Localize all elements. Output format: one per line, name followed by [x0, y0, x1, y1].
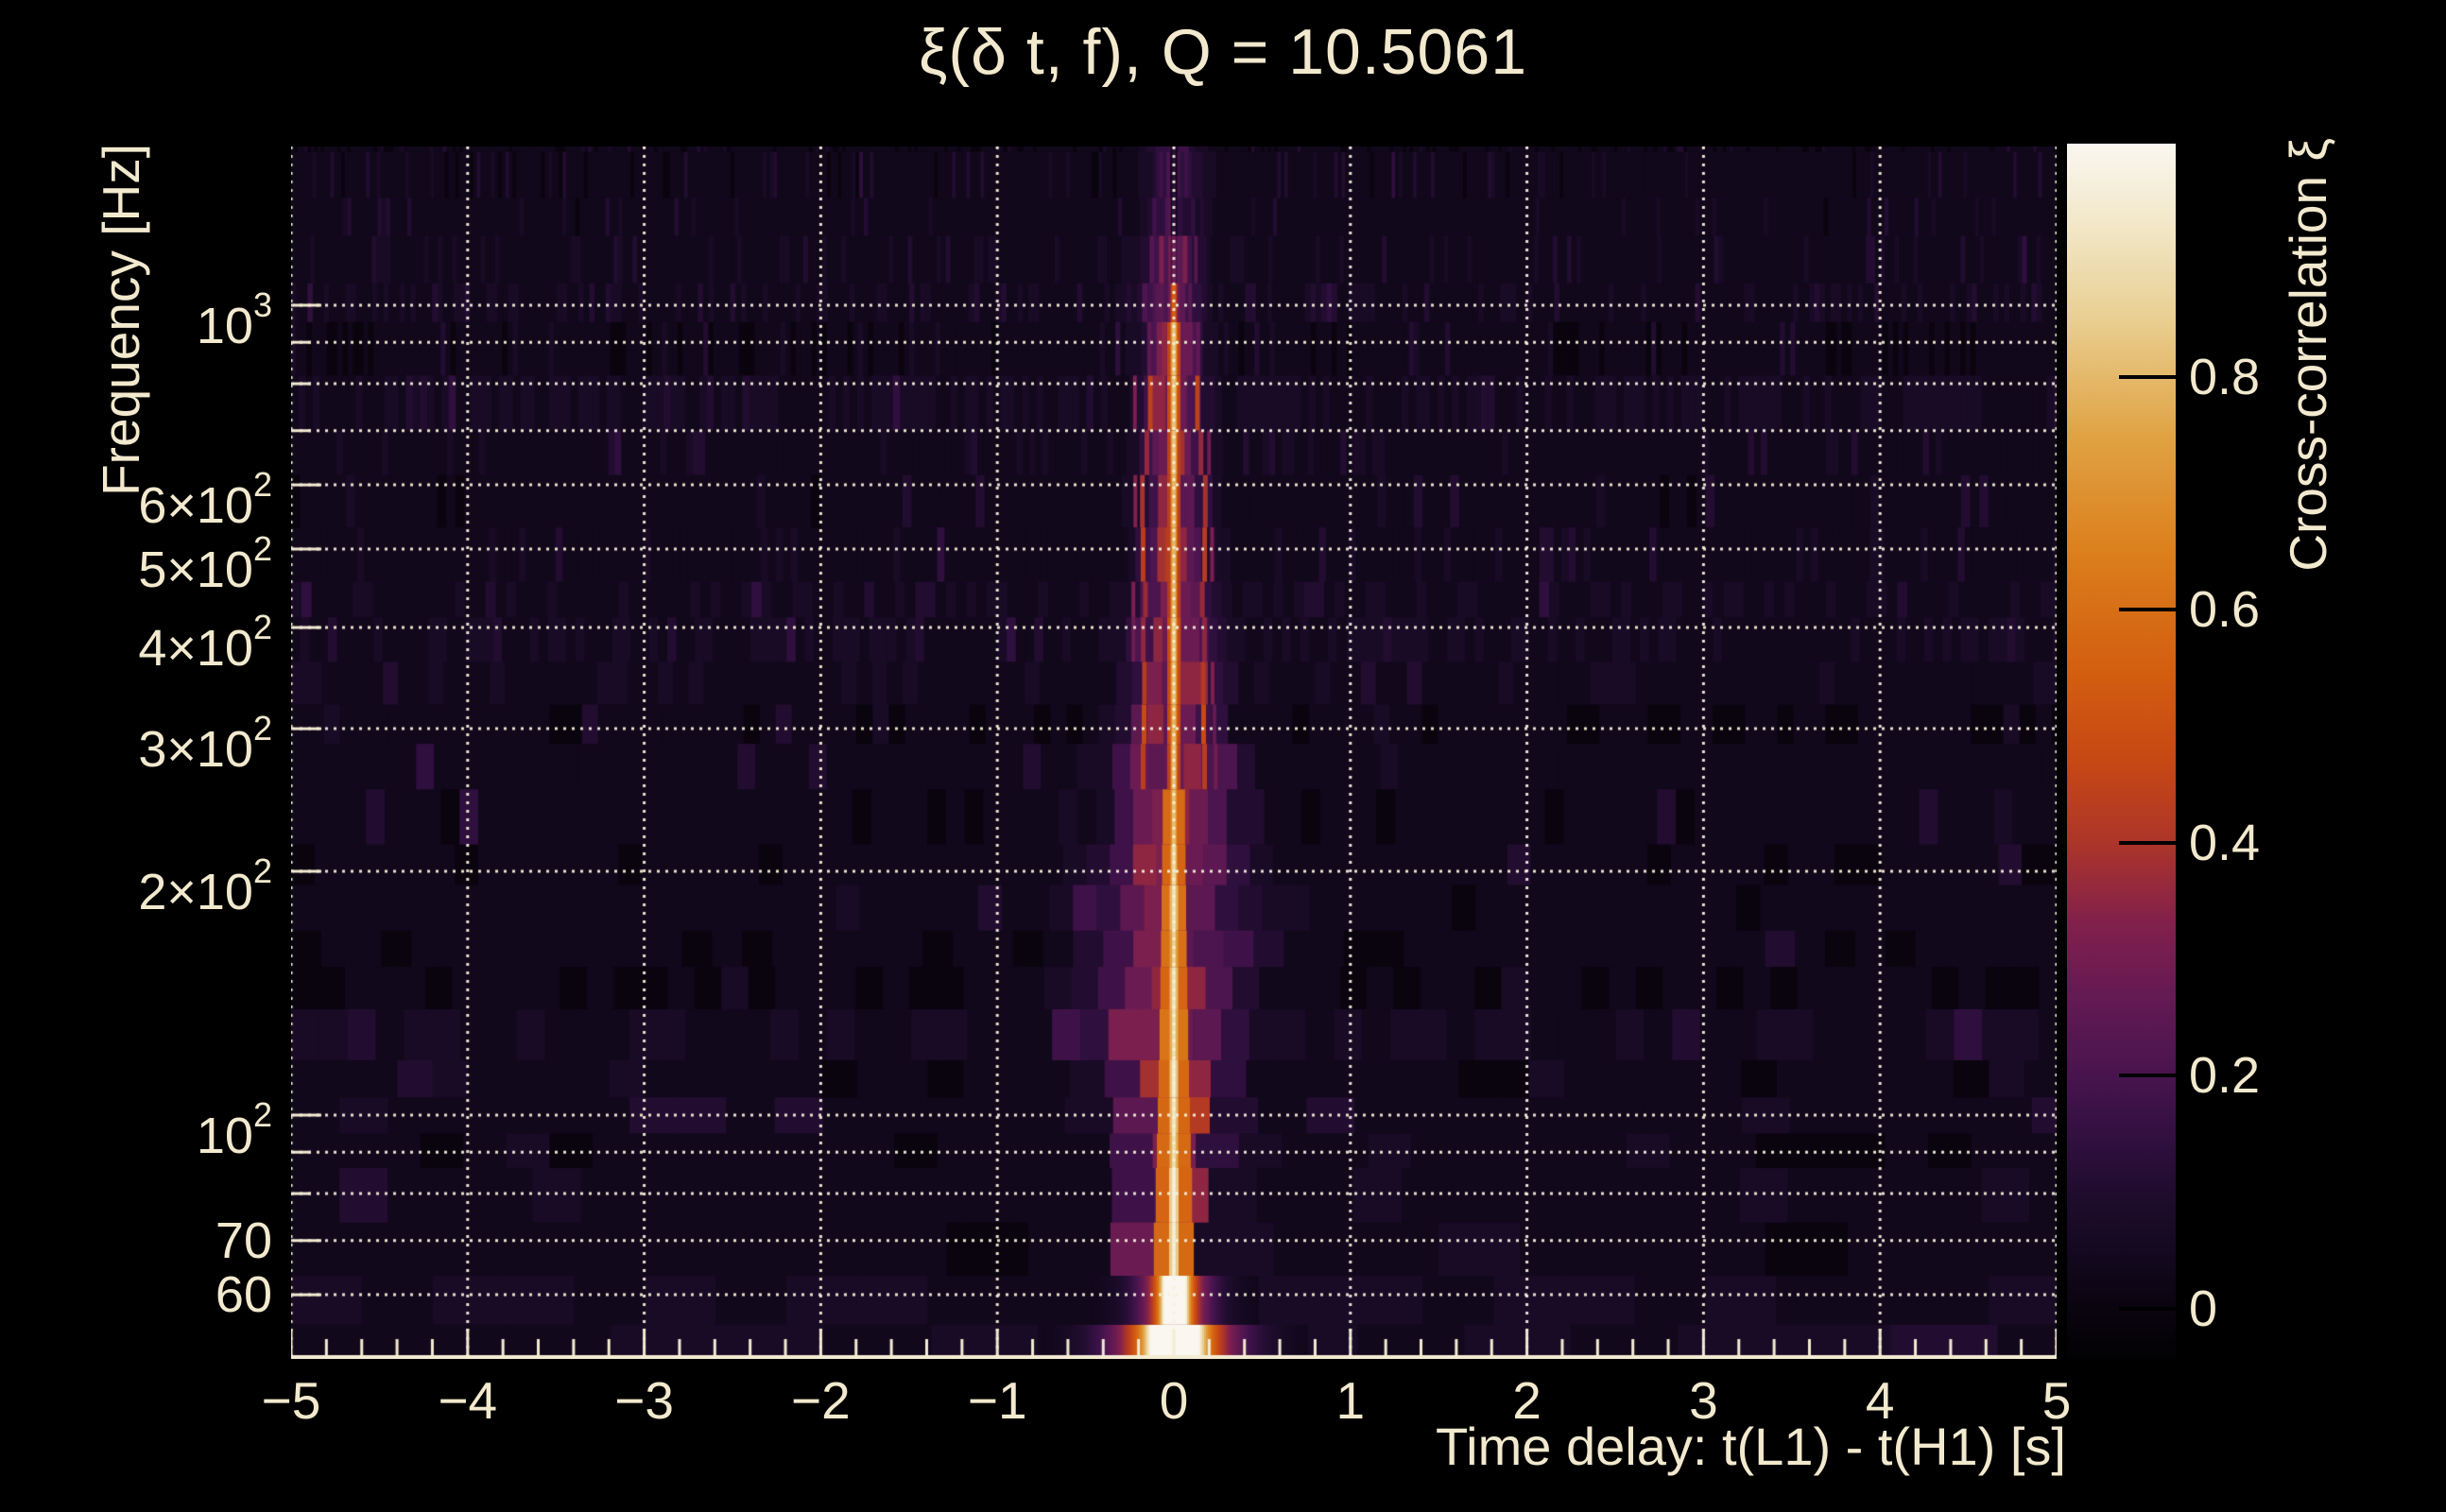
y-tick-label: 70 — [215, 1211, 272, 1269]
x-tick-label: −4 — [438, 1371, 498, 1430]
colorbar-tick-mark — [2119, 1074, 2176, 1078]
colorbar-tick-mark — [2119, 374, 2176, 379]
colorbar-tick-label: 0.6 — [2189, 581, 2261, 638]
colorbar-tick-label: 0 — [2189, 1280, 2218, 1337]
x-tick-label: −1 — [967, 1371, 1027, 1430]
y-tick-label: 5×102 — [138, 528, 272, 598]
x-tick-label: −3 — [614, 1371, 674, 1430]
y-tick-label: 4×102 — [138, 608, 272, 678]
colorbar-tick-mark — [2119, 1306, 2176, 1311]
colorbar-tick-mark — [2119, 608, 2176, 611]
x-tick-label: −2 — [791, 1371, 851, 1430]
x-tick-label: −5 — [261, 1371, 321, 1430]
x-axis-title: Time delay: t(L1) - t(H1) [s] — [1436, 1417, 2066, 1476]
y-tick-label: 6×102 — [138, 465, 272, 535]
colorbar-tick-label: 0.2 — [2189, 1047, 2261, 1105]
colorbar-gradient — [2067, 144, 2176, 1361]
y-tick-label: 2×102 — [138, 851, 272, 921]
heatmap-canvas — [291, 146, 2057, 1359]
y-tick-label: 103 — [196, 285, 272, 354]
colorbar-title: Cross-correlation ξ — [2279, 138, 2337, 572]
colorbar-tick-label: 0.4 — [2189, 814, 2261, 871]
y-tick-label: 102 — [196, 1095, 272, 1164]
y-tick-label: 3×102 — [138, 709, 272, 779]
colorbar-tick-mark — [2119, 840, 2176, 845]
figure-title: ξ(δ t, f), Q = 10.5061 — [918, 16, 1528, 88]
y-tick-label: 60 — [215, 1266, 272, 1324]
cross-correlation-figure: ξ(δ t, f), Q = 10.5061 Frequency [Hz] 10… — [0, 0, 2446, 1512]
